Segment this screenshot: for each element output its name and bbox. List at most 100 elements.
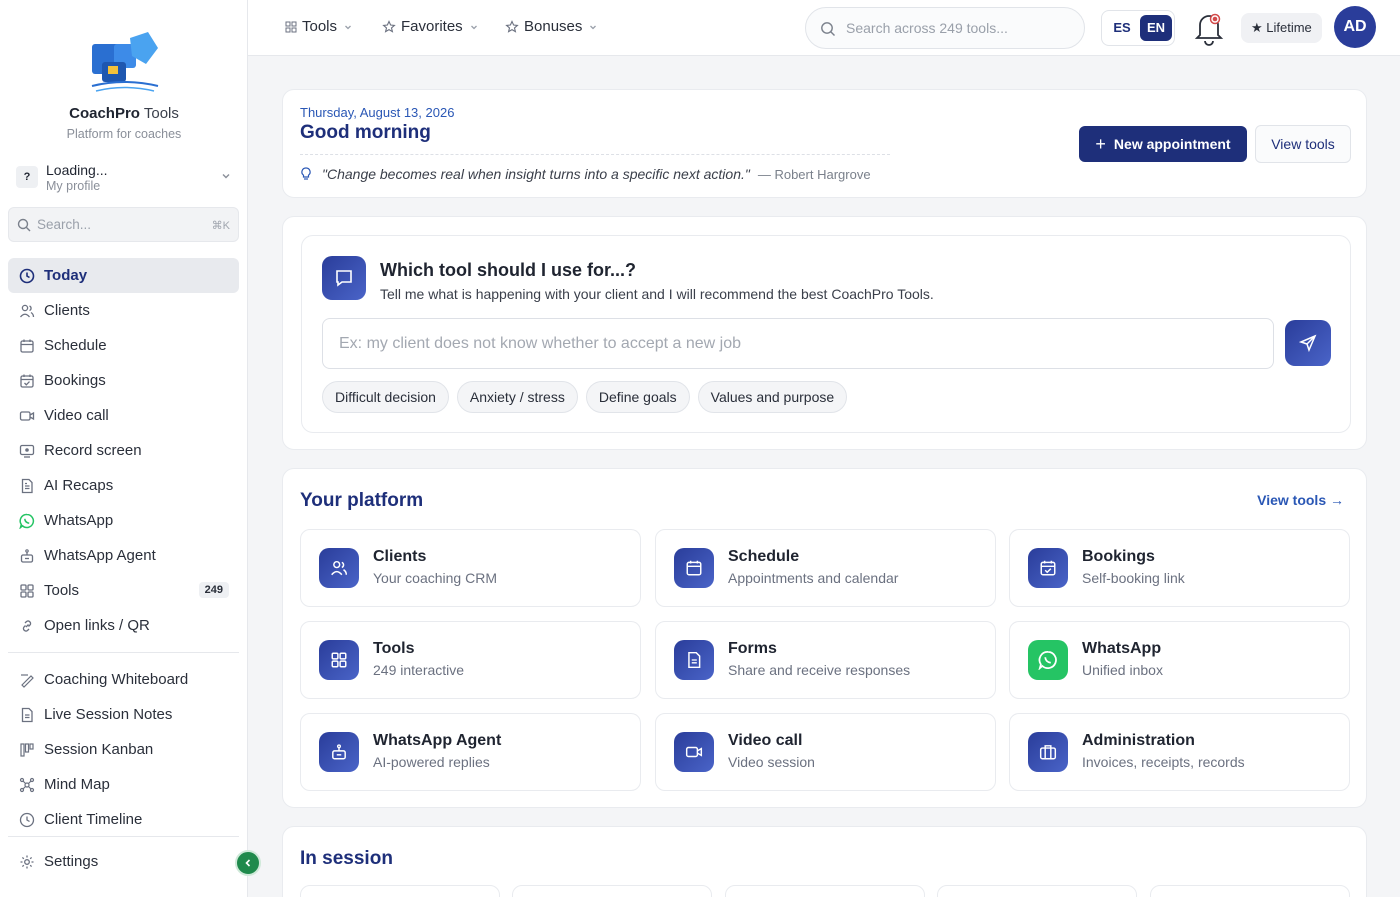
tile-bookings[interactable]: Bookings Self-booking link bbox=[1009, 529, 1350, 607]
notes-icon bbox=[18, 706, 36, 724]
new-appointment-button[interactable]: + New appointment bbox=[1079, 126, 1247, 162]
tile-title: Tools bbox=[373, 640, 415, 657]
lightbulb-icon bbox=[301, 167, 311, 180]
sidebar-item-live-session-notes[interactable]: Live Session Notes bbox=[8, 697, 239, 732]
kanban-icon bbox=[18, 741, 36, 759]
clock-icon bbox=[18, 267, 36, 285]
bell-icon[interactable] bbox=[1192, 10, 1226, 46]
tile-subtitle: Video session bbox=[728, 754, 815, 770]
tile-title: Bookings bbox=[1082, 548, 1155, 565]
recommender-input[interactable]: Ex: my client does not know whether to a… bbox=[322, 318, 1274, 369]
session-tile[interactable] bbox=[512, 885, 712, 897]
sidebar-item-ai-recaps[interactable]: AI Recaps bbox=[8, 468, 239, 503]
tile-administration[interactable]: Administration Invoices, receipts, recor… bbox=[1009, 713, 1350, 791]
chip-anxiety-stress[interactable]: Anxiety / stress bbox=[456, 381, 578, 413]
recommender-title: Which tool should I use for...? bbox=[380, 260, 636, 280]
sidebar-item-clients[interactable]: Clients bbox=[8, 293, 239, 328]
profile-sub: My profile bbox=[46, 179, 101, 193]
user-avatar[interactable]: AD bbox=[1334, 6, 1376, 48]
tools-search-input[interactable]: Search across 249 tools... bbox=[805, 7, 1085, 49]
sidebar-item-coaching-whiteboard[interactable]: Coaching Whiteboard bbox=[8, 662, 239, 697]
users-icon bbox=[18, 302, 36, 320]
tile-subtitle: Share and receive responses bbox=[728, 662, 911, 678]
sidebar-item-video-call[interactable]: Video call bbox=[8, 398, 239, 433]
grid-icon bbox=[319, 640, 359, 680]
lang-es-button[interactable]: ES bbox=[1106, 15, 1138, 41]
chevron-down-icon bbox=[222, 174, 230, 179]
sidebar-item-label: AI Recaps bbox=[44, 477, 114, 494]
tile-title: Administration bbox=[1082, 732, 1195, 749]
tools-search-placeholder: Search across 249 tools... bbox=[846, 20, 1008, 36]
tile-whatsapp[interactable]: WhatsApp Unified inbox bbox=[1009, 621, 1350, 699]
whatsapp-icon bbox=[1028, 640, 1068, 680]
sidebar-item-bookings[interactable]: Bookings bbox=[8, 363, 239, 398]
screen-record-icon bbox=[18, 442, 36, 460]
tool-recommender-card: Which tool should I use for...? Tell me … bbox=[282, 216, 1367, 450]
form-icon bbox=[674, 640, 714, 680]
tile-subtitle: Your coaching CRM bbox=[373, 570, 497, 586]
platform-view-tools-link[interactable]: View tools → bbox=[1257, 492, 1344, 508]
send-icon bbox=[1299, 334, 1317, 352]
in-session-card: In session bbox=[282, 826, 1367, 897]
session-tile[interactable] bbox=[300, 885, 500, 897]
tile-title: Schedule bbox=[728, 548, 800, 565]
send-button[interactable] bbox=[1285, 320, 1331, 366]
topbar: Tools Favorites Bonuses Search across 24… bbox=[248, 0, 1400, 56]
tile-clients[interactable]: Clients Your coaching CRM bbox=[300, 529, 641, 607]
sidebar-item-client-timeline[interactable]: Client Timeline bbox=[8, 802, 239, 837]
briefcase-icon bbox=[1028, 732, 1068, 772]
sidebar-item-label: Bookings bbox=[44, 372, 106, 389]
session-tile[interactable] bbox=[1150, 885, 1350, 897]
sidebar-item-whatsapp[interactable]: WhatsApp bbox=[8, 503, 239, 538]
star-icon bbox=[505, 19, 519, 33]
topnav-favorites[interactable]: Favorites bbox=[382, 18, 479, 35]
lang-en-button[interactable]: EN bbox=[1140, 15, 1172, 41]
document-icon bbox=[18, 477, 36, 495]
view-tools-button[interactable]: View tools bbox=[1255, 125, 1351, 163]
sidebar-item-label: Live Session Notes bbox=[44, 706, 173, 723]
chip-define-goals[interactable]: Define goals bbox=[585, 381, 690, 413]
sidebar-search-input[interactable]: Search... ⌘K bbox=[8, 207, 239, 242]
sidebar-item-label: Open links / QR bbox=[44, 617, 150, 634]
tile-title: Forms bbox=[728, 640, 777, 657]
new-appointment-label: New appointment bbox=[1113, 136, 1231, 152]
whatsapp-icon bbox=[18, 512, 36, 530]
topnav-bonuses[interactable]: Bonuses bbox=[505, 18, 598, 35]
star-icon bbox=[382, 19, 396, 33]
search-icon bbox=[821, 22, 835, 36]
sidebar-footer: Settings bbox=[8, 844, 239, 879]
sidebar-item-session-kanban[interactable]: Session Kanban bbox=[8, 732, 239, 767]
quote-text: "Change becomes real when insight turns … bbox=[322, 166, 750, 182]
tool-recommender-panel: Which tool should I use for...? Tell me … bbox=[301, 235, 1351, 433]
sidebar-item-settings[interactable]: Settings bbox=[8, 844, 239, 879]
tile-video-call[interactable]: Video call Video session bbox=[655, 713, 996, 791]
sidebar-item-label: Video call bbox=[44, 407, 109, 424]
collapse-sidebar-button[interactable] bbox=[235, 850, 261, 876]
grid-icon bbox=[18, 582, 36, 600]
session-tile[interactable] bbox=[937, 885, 1137, 897]
sidebar-item-schedule[interactable]: Schedule bbox=[8, 328, 239, 363]
sidebar-item-record-screen[interactable]: Record screen bbox=[8, 433, 239, 468]
topnav-tools[interactable]: Tools bbox=[285, 18, 353, 35]
sidebar-item-mind-map[interactable]: Mind Map bbox=[8, 767, 239, 802]
suggestion-chips: Difficult decision Anxiety / stress Defi… bbox=[322, 381, 855, 413]
sidebar-item-whatsapp-agent[interactable]: WhatsApp Agent bbox=[8, 538, 239, 573]
sidebar-item-label: Settings bbox=[44, 853, 99, 870]
sidebar-item-open-links[interactable]: Open links / QR bbox=[8, 608, 239, 643]
sidebar-item-tools[interactable]: Tools 249 bbox=[8, 573, 239, 608]
tile-tools[interactable]: Tools 249 interactive bbox=[300, 621, 641, 699]
sidebar-item-label: Tools bbox=[44, 582, 80, 599]
session-tile[interactable] bbox=[725, 885, 925, 897]
sidebar-item-today[interactable]: Today bbox=[8, 258, 239, 293]
tile-whatsapp-agent[interactable]: WhatsApp Agent AI-powered replies bbox=[300, 713, 641, 791]
chip-values-purpose[interactable]: Values and purpose bbox=[697, 381, 848, 413]
tile-forms[interactable]: Forms Share and receive responses bbox=[655, 621, 996, 699]
tile-schedule[interactable]: Schedule Appointments and calendar bbox=[655, 529, 996, 607]
video-icon bbox=[674, 732, 714, 772]
chip-difficult-decision[interactable]: Difficult decision bbox=[322, 381, 449, 413]
sidebar-divider bbox=[8, 836, 239, 837]
sidebar-item-label: Client Timeline bbox=[44, 811, 143, 828]
video-icon bbox=[18, 407, 36, 425]
profile-switcher[interactable]: ? Loading... My profile bbox=[8, 158, 240, 198]
tile-subtitle: 249 interactive bbox=[373, 662, 465, 678]
